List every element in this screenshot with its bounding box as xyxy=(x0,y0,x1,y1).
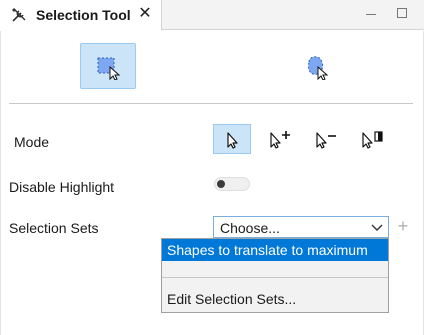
tools-icon xyxy=(12,8,26,22)
mode-intersect-button[interactable] xyxy=(351,124,389,154)
toggle-knob xyxy=(217,180,225,188)
panel-border-left xyxy=(0,31,1,335)
pointer-minus-icon xyxy=(316,132,336,149)
add-selection-set-button[interactable]: + xyxy=(396,217,410,235)
tools-separator xyxy=(9,103,413,104)
minimize-icon[interactable] xyxy=(366,14,376,15)
mode-subtract-button[interactable] xyxy=(305,124,343,154)
lasso-select-button[interactable] xyxy=(288,43,344,89)
chevron-down-icon[interactable] xyxy=(370,221,384,235)
edit-selection-sets-item[interactable]: Edit Selection Sets... xyxy=(162,288,388,310)
close-icon[interactable]: ✕ xyxy=(137,5,153,23)
mode-add-button[interactable] xyxy=(259,124,297,154)
selection-sets-combo[interactable]: Choose... xyxy=(213,216,389,238)
lasso-selection-icon xyxy=(308,56,329,80)
disable-highlight-toggle[interactable] xyxy=(214,177,250,191)
selection-sets-label: Selection Sets xyxy=(9,220,99,236)
rectangle-selection-icon xyxy=(97,57,121,80)
pointer-plus-icon xyxy=(270,131,290,149)
dropdown-separator xyxy=(162,277,388,278)
maximize-icon[interactable] xyxy=(397,8,407,18)
selection-sets-combo-value: Choose... xyxy=(220,220,280,236)
pointer-icon xyxy=(227,132,238,149)
dropdown-item-shapes-to-translate[interactable]: Shapes to translate to maximum xyxy=(162,239,388,261)
selection-sets-dropdown: Shapes to translate to maximum Edit Sele… xyxy=(161,238,389,313)
mode-label: Mode xyxy=(14,134,50,150)
rectangle-select-button[interactable] xyxy=(80,43,136,89)
dropdown-item-empty[interactable] xyxy=(162,261,388,277)
tab-selection-tool[interactable]: Selection Tool ✕ xyxy=(0,0,162,31)
pointer-intersect-icon xyxy=(362,131,383,149)
tab-title: Selection Tool xyxy=(36,7,131,23)
mode-replace-button[interactable] xyxy=(213,124,251,154)
disable-highlight-label: Disable Highlight xyxy=(9,179,115,195)
view-tab-bar: Selection Tool ✕ xyxy=(0,0,424,31)
selection-tool-panel: Mode Disable Highlight Selection Sets Ch… xyxy=(0,31,424,335)
